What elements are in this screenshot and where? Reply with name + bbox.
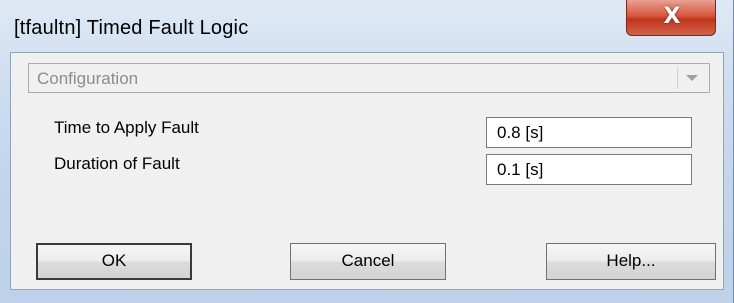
title-bar[interactable]: [tfaultn] Timed Fault Logic X [0, 0, 734, 52]
time-to-apply-fault-input[interactable]: 0.8 [s] [486, 117, 692, 148]
window-title: [tfaultn] Timed Fault Logic [14, 17, 249, 39]
cancel-button[interactable]: Cancel [290, 243, 446, 280]
help-button[interactable]: Help... [546, 243, 716, 280]
configuration-dropdown[interactable]: Configuration [28, 63, 710, 93]
chevron-down-icon [686, 75, 698, 81]
close-button[interactable]: X [626, 0, 716, 36]
close-icon: X [663, 4, 681, 29]
dropdown-arrow-button[interactable] [677, 67, 705, 89]
configuration-selected-value: Configuration [37, 69, 139, 88]
ok-button[interactable]: OK [36, 243, 192, 280]
dialog-window: [tfaultn] Timed Fault Logic X Configurat… [0, 0, 734, 303]
duration-of-fault-input[interactable]: 0.1 [s] [486, 154, 692, 185]
duration-of-fault-label: Duration of Fault [54, 154, 180, 173]
time-to-apply-fault-label: Time to Apply Fault [54, 118, 199, 137]
